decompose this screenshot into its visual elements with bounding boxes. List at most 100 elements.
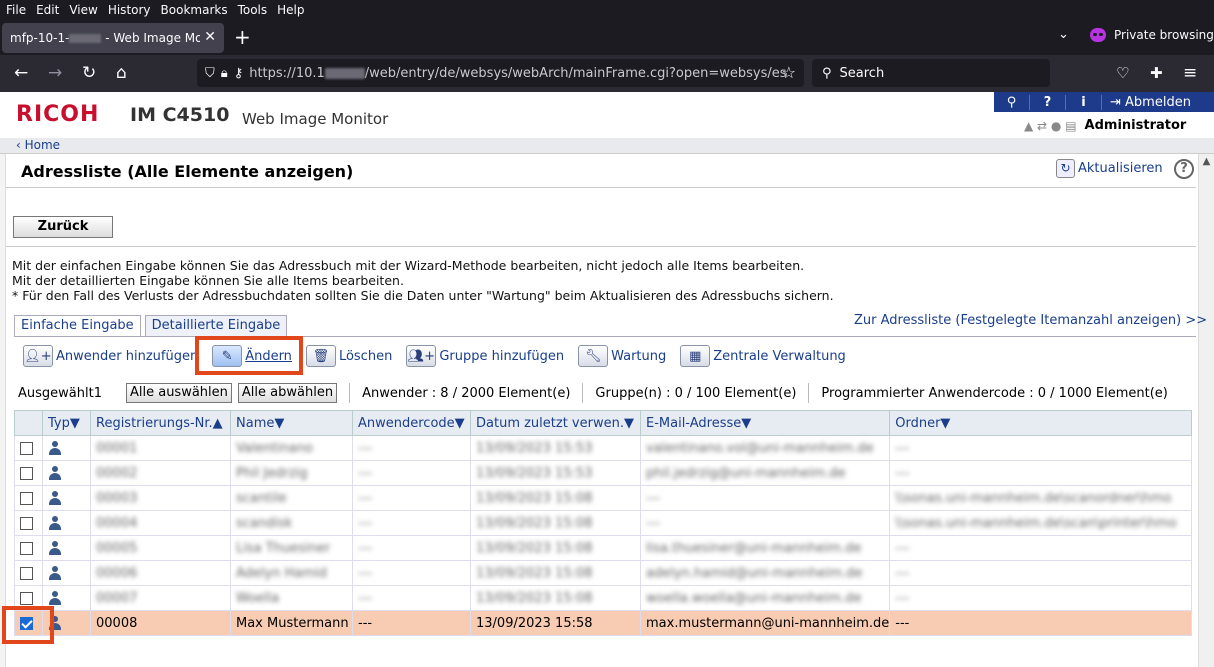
table-row[interactable]: 00007 Woella --- 13/09/2023 15:08 woella.woe… (14, 585, 1192, 611)
delete-button[interactable]: 🗑︎ Löschen (305, 345, 393, 367)
cell-reg-nr: 00004 (90, 510, 231, 536)
row-checkbox[interactable] (20, 541, 33, 555)
table-row[interactable]: 00003 scantile --- 13/09/2023 15:08 --- \\son… (14, 485, 1192, 511)
tab-einfache-eingabe[interactable]: Einfache Eingabe (14, 315, 141, 337)
table-row[interactable]: 00006 Adelyn Hamid --- 13/09/2023 15:08 adel… (14, 560, 1192, 586)
scrollbar[interactable]: ▲ (1198, 154, 1214, 667)
browser-tab[interactable]: mfp-10-1- - Web Image Monit ✕ (2, 23, 224, 53)
search-icon[interactable]: ⚲ (994, 94, 1030, 110)
name-value: scandisk (236, 515, 293, 531)
logout-button[interactable]: ⇥ Abmelden (1102, 95, 1191, 110)
last-used-value: 13/09/2023 15:08 (476, 490, 593, 506)
selected-count: Ausgewählt1 (18, 385, 102, 401)
back-button[interactable]: Zurück (13, 216, 113, 238)
delete-label: Löschen (338, 348, 393, 364)
menu-edit[interactable]: Edit (36, 3, 59, 17)
info-icon[interactable]: i (1066, 94, 1102, 110)
cell-user-code: --- (352, 485, 471, 511)
action-toolbar: 👤︎+ Anwender hinzufügen ✎ Ändern 🗑︎ Löschen… (23, 343, 860, 369)
name-value: Woella (236, 590, 280, 606)
central-management-label: Zentrale Verwaltung (713, 348, 846, 364)
url-bar[interactable]: ⛉ 🔒︎ ⚷ https://10.1/web/entry/de/websys/… (197, 59, 804, 87)
select-all-button[interactable]: Alle auswählen (125, 383, 232, 403)
table-row[interactable]: 00004 scandisk --- 13/09/2023 15:08 --- \\son… (14, 510, 1192, 536)
chevron-down-icon[interactable]: ⌄ (1058, 27, 1069, 42)
column-header-folder[interactable]: Ordner▼ (889, 410, 1192, 436)
central-management-button[interactable]: ▦ Zentrale Verwaltung (680, 345, 846, 367)
bookmark-star-icon[interactable]: ☆ (782, 63, 796, 82)
deselect-all-button[interactable]: Alle abwählen (237, 383, 338, 403)
row-checkbox-cell (14, 435, 43, 461)
info-text: Mit der einfachen Eingabe können Sie das… (12, 258, 834, 303)
cell-last-used: 13/09/2023 15:08 (470, 510, 641, 536)
row-checkbox[interactable] (20, 466, 33, 480)
address-list-link[interactable]: Zur Adressliste (Festgelegte Itemanzahl … (854, 313, 1207, 328)
add-group-icon: 👥︎+ (406, 345, 437, 367)
back-arrow-icon[interactable]: ← (14, 63, 28, 83)
help-icon[interactable]: ? (1174, 159, 1194, 179)
menu-view[interactable]: View (69, 3, 97, 17)
row-checkbox[interactable] (20, 491, 33, 505)
lock-icon[interactable]: 🔒︎ (221, 66, 228, 81)
help-icon[interactable]: ? (1030, 94, 1066, 110)
tab-detaillierte-eingabe[interactable]: Detaillierte Eingabe (144, 315, 288, 337)
forward-arrow-icon[interactable]: → (48, 63, 62, 83)
cell-reg-nr: 00002 (90, 460, 231, 486)
home-link[interactable]: ‹ Home (16, 138, 60, 152)
user-icon (48, 591, 62, 605)
column-header-name[interactable]: Name▼ (230, 410, 353, 436)
user-code-value: --- (358, 540, 373, 556)
pocket-icon[interactable]: ♡ (1116, 63, 1129, 83)
row-checkbox[interactable] (20, 441, 33, 455)
maintenance-button[interactable]: 🔧︎ Wartung (578, 345, 666, 367)
cell-last-used: 13/09/2023 15:08 (470, 585, 641, 611)
last-used-value: 13/09/2023 15:08 (476, 590, 593, 606)
row-checkbox[interactable] (20, 566, 33, 580)
table-row[interactable]: 00001 Valentinano --- 13/09/2023 15:53 valen… (14, 435, 1192, 461)
name-value: scantile (236, 490, 287, 506)
cell-user-code: --- (352, 560, 471, 586)
shield-icon[interactable]: ⛉ (205, 66, 215, 81)
reg-nr-value: 00006 (96, 565, 138, 581)
row-checkbox-cell (14, 485, 43, 511)
user-icon (48, 566, 62, 580)
key-icon[interactable]: ⚷ (234, 66, 244, 81)
search-input[interactable]: ⚲ Search (812, 59, 1050, 87)
column-header-last-used[interactable]: Datum zuletzt verwen.▼ (470, 410, 641, 436)
cell-name: scandisk (230, 510, 353, 536)
table-row[interactable]: 00005 Lisa Thuesiner --- 13/09/2023 15:08 li… (14, 535, 1192, 561)
menu-file[interactable]: File (6, 3, 26, 17)
new-tab-icon[interactable]: + (234, 25, 251, 49)
column-header-user-code[interactable]: Anwendercode▼ (352, 410, 471, 436)
scroll-up-icon[interactable]: ▲ (1199, 156, 1214, 167)
cell-folder: --- (889, 585, 1192, 611)
column-header-email[interactable]: E-Mail-Adresse▼ (639, 410, 891, 436)
reload-icon[interactable]: ↻ (82, 63, 96, 83)
extensions-icon[interactable]: ✚ (1150, 63, 1163, 83)
last-used-value: 13/09/2023 15:08 (476, 515, 593, 531)
column-header-reg-nr[interactable]: Registrierungs-Nr.▲ (90, 410, 231, 436)
menu-tools[interactable]: Tools (238, 3, 268, 17)
table-row[interactable]: 00002 Phil Jedrzig --- 13/09/2023 15:53 phil… (14, 460, 1192, 486)
row-type-cell (42, 435, 91, 461)
page-header: RICOH IM C4510 Web Image Monitor ⚲ ? i ⇥… (0, 92, 1214, 138)
menu-bookmarks[interactable]: Bookmarks (161, 3, 228, 17)
search-icon: ⚲ (822, 65, 832, 81)
row-checkbox-cell (14, 510, 43, 536)
close-tab-icon[interactable]: ✕ (204, 29, 216, 45)
cell-user-code: --- (352, 460, 471, 486)
add-user-button[interactable]: 👤︎+ Anwender hinzufügen (23, 345, 198, 367)
add-group-button[interactable]: 👥︎+ Gruppe hinzufügen (406, 345, 564, 367)
menu-help[interactable]: Help (277, 3, 304, 17)
row-checkbox[interactable] (20, 591, 33, 605)
folder-value: --- (895, 565, 910, 581)
menu-history[interactable]: History (108, 3, 151, 17)
column-header-type[interactable]: Typ▼ (42, 410, 91, 436)
input-mode-tabs: Einfache Eingabe Detaillierte Eingabe (14, 315, 288, 337)
refresh-button[interactable]: ↻ Aktualisieren (1056, 159, 1163, 178)
row-checkbox[interactable] (20, 516, 33, 530)
hamburger-menu-icon[interactable]: ≡ (1183, 63, 1197, 83)
table-row[interactable]: 00008 Max Mustermann --- 13/09/2023 15:58 ma… (14, 610, 1192, 636)
private-mask-icon (1090, 28, 1106, 42)
home-icon[interactable]: ⌂ (116, 63, 127, 83)
